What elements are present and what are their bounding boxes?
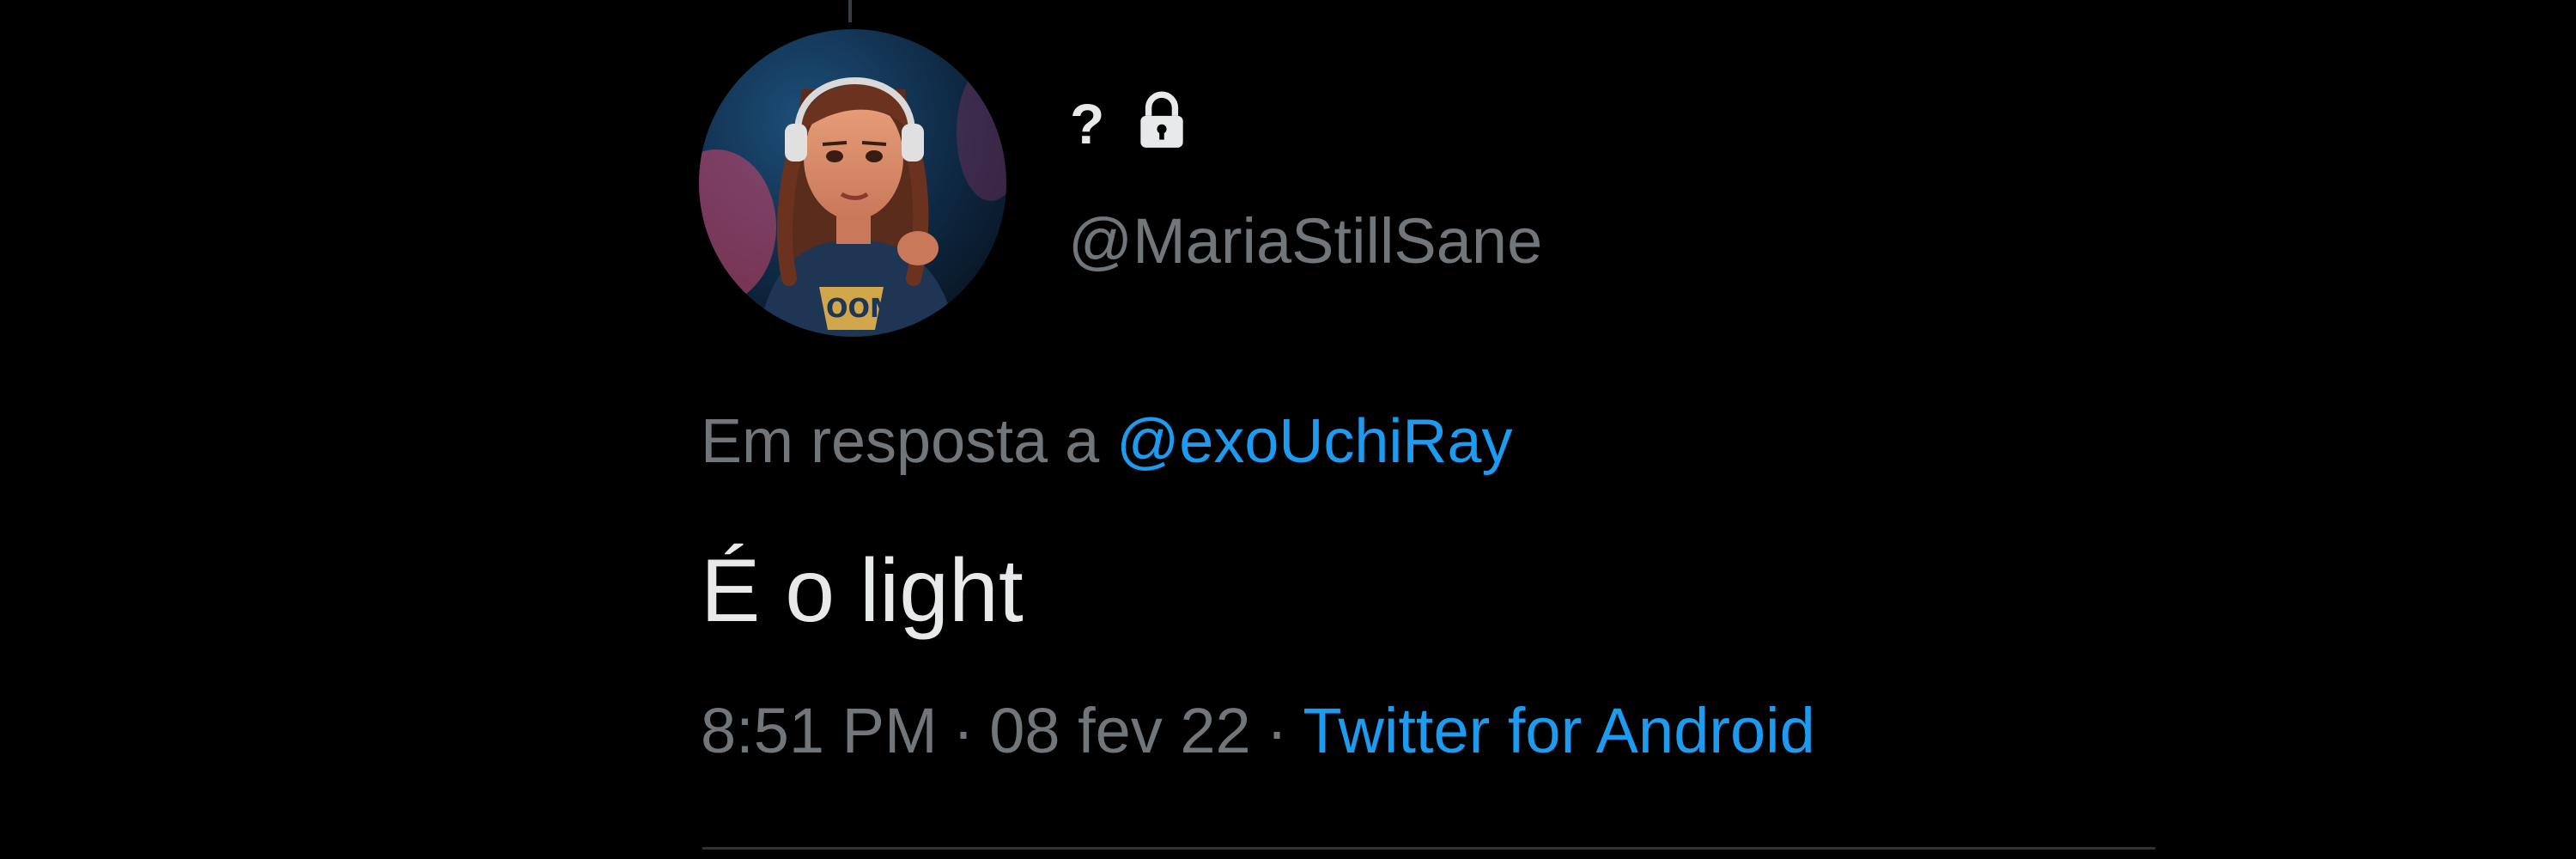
metadata-separator: · xyxy=(1266,695,1288,766)
tweet-text: É o light xyxy=(701,541,1024,641)
thread-connector-line xyxy=(848,0,852,22)
tweet-time[interactable]: 8:51 PM xyxy=(701,695,938,766)
reply-context: Em resposta a @exoUchiRay xyxy=(701,411,1512,472)
lock-icon xyxy=(1130,89,1194,157)
tweet-metadata: 8:51 PM · 08 fev 22 · Twitter for Android xyxy=(701,699,1815,763)
metadata-separator: · xyxy=(952,695,975,766)
display-name[interactable]: ? xyxy=(1070,89,1194,157)
user-handle[interactable]: @MariaStillSane xyxy=(1068,210,1542,273)
avatar[interactable]: OOM xyxy=(699,29,1006,337)
avatar-illustration: OOM xyxy=(699,29,1006,337)
reply-prefix: Em resposta a xyxy=(701,407,1100,476)
reply-mention-link[interactable]: @exoUchiRay xyxy=(1116,407,1512,476)
svg-text:OOM: OOM xyxy=(826,294,896,324)
display-name-text: ? xyxy=(1070,91,1105,155)
tweet-date[interactable]: 08 fev 22 xyxy=(989,695,1250,766)
tweet-source-link[interactable]: Twitter for Android xyxy=(1303,695,1814,766)
tweet-detail: OOM ? @MariaStillSane Em resposta a @exo… xyxy=(0,0,2576,859)
divider xyxy=(702,847,2155,850)
